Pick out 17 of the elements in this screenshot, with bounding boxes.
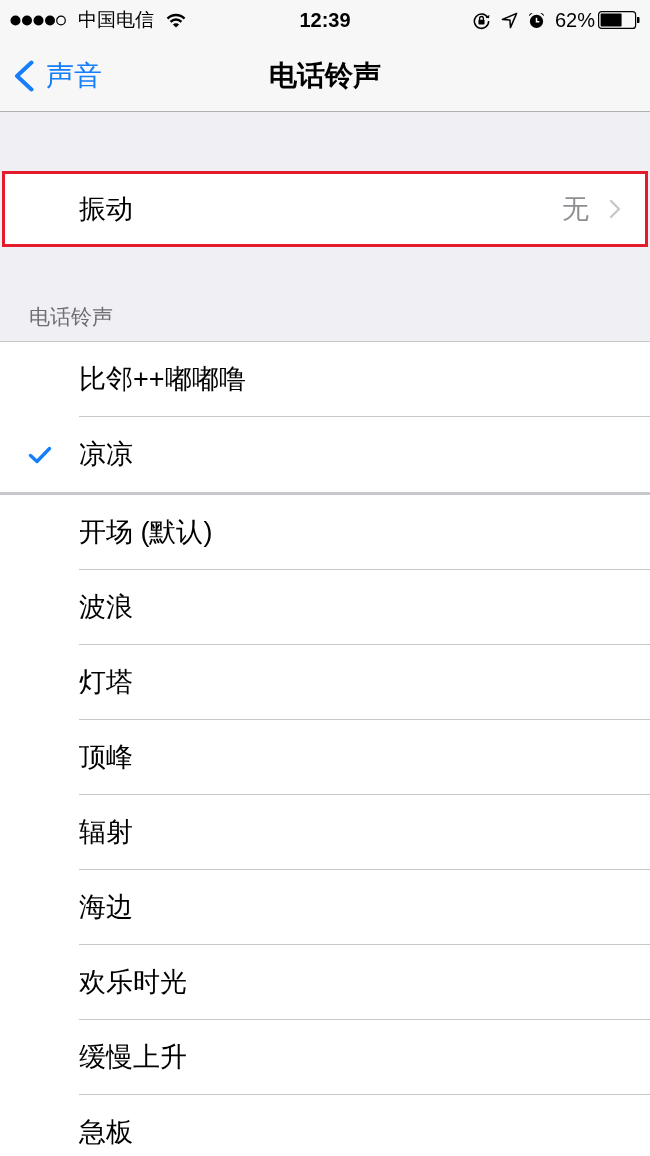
rotation-lock-icon <box>471 10 491 30</box>
location-arrow-icon <box>500 11 518 29</box>
back-chevron-icon <box>13 59 35 92</box>
vibration-label: 振动 <box>79 194 133 224</box>
back-button[interactable]: 声音 <box>13 58 102 93</box>
alarm-clock-icon <box>527 11 545 29</box>
wifi-icon <box>166 12 186 28</box>
section-header: 电话铃声 <box>29 304 113 330</box>
screen-title: 电话铃声 <box>269 58 381 93</box>
clock-time: 12:39 <box>299 9 351 31</box>
carrier-name: 中国电信 <box>78 9 154 31</box>
battery-percent: 62% <box>554 9 595 31</box>
signal-strength-icon <box>10 14 66 26</box>
chevron-icon <box>609 199 621 219</box>
battery-icon <box>598 11 640 29</box>
vibration-row[interactable]: 振动 无 <box>5 174 645 244</box>
vibration-value: 无 <box>562 194 589 224</box>
